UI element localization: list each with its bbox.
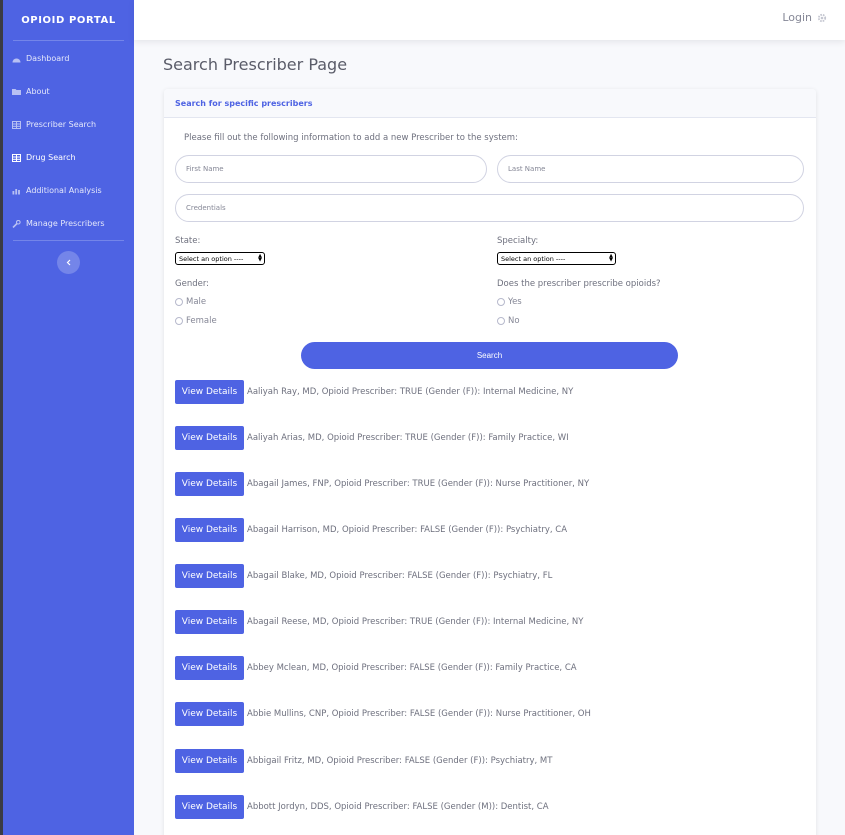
sidebar-item-drug-search[interactable]: Drug Search — [3, 141, 134, 174]
result-item: View Details Abbigail Fritz, MD, Opioid … — [175, 749, 552, 773]
result-item: View Details Abbey Mclean, MD, Opioid Pr… — [175, 656, 577, 680]
result-text: Abagail Harrison, MD, Opioid Prescriber:… — [247, 525, 568, 535]
state-select[interactable]: Select an option ---- ▲ ▼ — [175, 252, 265, 265]
gender-radio-male[interactable]: Male — [175, 297, 206, 307]
result-item: View Details Abagail Harrison, MD, Opioi… — [175, 518, 567, 542]
sidebar-item-label: Dashboard — [26, 54, 70, 63]
result-text: Aaliyah Arias, MD, Opioid Prescriber: TR… — [247, 433, 569, 443]
view-details-button[interactable]: View Details — [175, 795, 244, 819]
radio-label: Yes — [508, 297, 522, 307]
brand-title[interactable]: OPIOID PORTAL — [3, 0, 134, 40]
sidebar: OPIOID PORTAL Dashboard About Prescriber… — [3, 0, 134, 835]
sidebar-item-label: Additional Analysis — [26, 186, 102, 195]
sidebar-item-label: Drug Search — [26, 153, 76, 162]
opioid-radio-yes[interactable]: Yes — [497, 297, 522, 307]
sidebar-nav: Dashboard About Prescriber Search Drug S… — [3, 41, 134, 240]
gear-icon — [817, 13, 827, 23]
radio-circle[interactable] — [175, 298, 183, 306]
last-name-input[interactable] — [497, 155, 804, 183]
result-item: View Details Aaliyah Ray, MD, Opioid Pre… — [175, 380, 573, 404]
wrench-icon — [12, 219, 21, 228]
specialty-select-value: Select an option ---- — [501, 254, 566, 263]
select-arrows-icon: ▲ ▼ — [258, 253, 262, 263]
result-text: Abagail Blake, MD, Opioid Prescriber: FA… — [247, 571, 553, 581]
sidebar-divider — [13, 240, 124, 241]
login-button[interactable]: Login — [782, 11, 827, 24]
specialty-select[interactable]: Select an option ---- ▲ ▼ — [497, 252, 616, 265]
view-details-button[interactable]: View Details — [175, 702, 244, 726]
view-details-button[interactable]: View Details — [175, 472, 244, 496]
sidebar-toggle-wrap — [3, 251, 134, 274]
sidebar-item-dashboard[interactable]: Dashboard — [3, 42, 134, 75]
opioid-radio-no[interactable]: No — [497, 316, 520, 325]
form-area: Please fill out the following informatio… — [164, 89, 816, 325]
specialty-label: Specialty: — [497, 236, 539, 246]
view-details-button[interactable]: View Details — [175, 749, 244, 773]
gender-label: Gender: — [175, 279, 210, 289]
result-item: View Details Abagail Reese, MD, Opioid P… — [175, 610, 583, 634]
search-card: Search for specific prescribers Please f… — [164, 89, 816, 835]
form-intro: Please fill out the following informatio… — [184, 133, 518, 143]
radio-label: Male — [186, 297, 207, 307]
result-text: Abbey Mclean, MD, Opioid Prescriber: FAL… — [247, 663, 577, 673]
state-label: State: — [175, 236, 201, 246]
result-text: Abbott Jordyn, DDS, Opioid Prescriber: F… — [247, 802, 549, 812]
topbar: Login — [134, 0, 845, 40]
view-details-button[interactable]: View Details — [175, 380, 244, 404]
sidebar-item-label: Manage Prescribers — [26, 219, 105, 228]
radio-label: No — [508, 316, 520, 325]
table-icon — [12, 120, 21, 129]
view-details-button[interactable]: View Details — [175, 656, 244, 680]
sidebar-item-label: About — [26, 87, 50, 96]
sidebar-item-about[interactable]: About — [3, 75, 134, 108]
view-details-button[interactable]: View Details — [175, 564, 244, 588]
page-title: Search Prescriber Page — [163, 55, 348, 74]
sidebar-item-manage-prescribers[interactable]: Manage Prescribers — [3, 207, 134, 240]
select-arrows-icon: ▲ ▼ — [609, 253, 613, 263]
result-item: View Details Aaliyah Arias, MD, Opioid P… — [175, 426, 569, 450]
view-details-button[interactable]: View Details — [175, 518, 244, 542]
view-details-button[interactable]: View Details — [175, 426, 244, 450]
folder-icon — [12, 88, 21, 96]
result-item: View Details Abbott Jordyn, DDS, Opioid … — [175, 795, 549, 819]
result-text: Aaliyah Ray, MD, Opioid Prescriber: TRUE… — [247, 387, 574, 397]
result-text: Abbigail Fritz, MD, Opioid Prescriber: F… — [247, 756, 553, 766]
radio-circle[interactable] — [497, 317, 505, 325]
result-item: View Details Abagail Blake, MD, Opioid P… — [175, 564, 552, 588]
sidebar-toggle-button[interactable] — [57, 251, 80, 274]
view-details-button[interactable]: View Details — [175, 610, 244, 634]
credentials-input[interactable] — [175, 194, 804, 222]
login-label: Login — [782, 11, 812, 24]
chart-icon — [12, 187, 21, 195]
sidebar-item-prescriber-search[interactable]: Prescriber Search — [3, 108, 134, 141]
first-name-input[interactable] — [175, 155, 487, 183]
sidebar-item-additional-analysis[interactable]: Additional Analysis — [3, 174, 134, 207]
result-text: Abagail James, FNP, Opioid Prescriber: T… — [247, 479, 590, 489]
sidebar-item-label: Prescriber Search — [26, 120, 97, 129]
dashboard-icon — [12, 55, 21, 63]
result-item: View Details Abagail James, FNP, Opioid … — [175, 472, 589, 496]
table-icon — [12, 153, 21, 162]
state-select-value: Select an option ---- — [179, 254, 244, 263]
radio-circle[interactable] — [497, 298, 505, 306]
opioid-label: Does the prescriber prescribe opioids? — [497, 279, 661, 289]
radio-label: Female — [186, 316, 217, 325]
result-item: View Details Abbie Mullins, CNP, Opioid … — [175, 702, 591, 726]
chevron-left-icon — [66, 259, 72, 266]
result-text: Abbie Mullins, CNP, Opioid Prescriber: F… — [247, 709, 591, 719]
result-text: Abagail Reese, MD, Opioid Prescriber: TR… — [247, 617, 584, 627]
search-button[interactable]: Search — [301, 342, 678, 369]
gender-radio-female[interactable]: Female — [175, 316, 217, 325]
radio-circle[interactable] — [175, 317, 183, 325]
